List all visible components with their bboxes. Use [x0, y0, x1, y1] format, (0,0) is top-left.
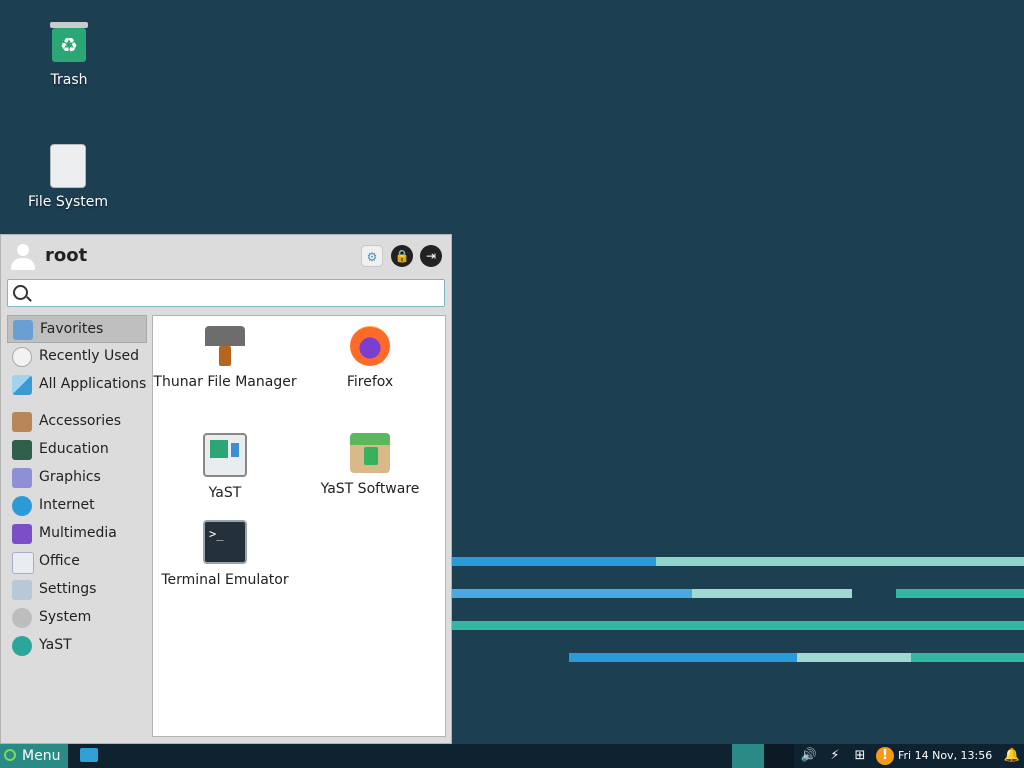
wallpaper-stripe: [452, 557, 656, 566]
app-thunar-file-manager[interactable]: Thunar File Manager: [153, 316, 297, 393]
network-icon[interactable]: ⊞: [851, 747, 869, 765]
category-internet[interactable]: Internet: [7, 492, 147, 520]
desktop-icon-label: Trash: [50, 72, 88, 88]
multimedia-icon: [12, 524, 32, 544]
workspace-2[interactable]: [764, 744, 794, 768]
wallpaper-stripe: [452, 589, 692, 598]
wallpaper-stripe: [656, 557, 1024, 566]
category-education[interactable]: Education: [7, 436, 147, 464]
drive-icon: [48, 144, 88, 188]
lock-icon: 🔒: [394, 249, 410, 263]
briefcase-icon: [12, 412, 32, 432]
username: root: [45, 245, 88, 266]
yast-icon: [12, 636, 32, 656]
category-label: Internet: [39, 497, 95, 513]
clock[interactable]: Fri 14 Nov, 13:56: [898, 744, 992, 768]
yast-icon: [203, 433, 247, 477]
category-label: Favorites: [40, 321, 104, 337]
package-icon: [350, 433, 390, 473]
application-menu: root ⚙ 🔒 ⇥ Favorites Recently Used All A…: [0, 234, 452, 744]
app-label: Firefox: [346, 374, 394, 390]
desktop-icon-trash[interactable]: ♻ Trash: [14, 22, 124, 88]
workspace-1[interactable]: [732, 744, 764, 768]
desktop-icon-label: File System: [27, 194, 109, 210]
logout-icon: ⇥: [425, 249, 437, 263]
opensuse-logo-icon: [4, 749, 16, 761]
office-icon: [12, 552, 34, 574]
app-label: Terminal Emulator: [161, 572, 289, 588]
menu-header: root ⚙ 🔒 ⇥: [9, 241, 445, 275]
category-graphics[interactable]: Graphics: [7, 464, 147, 492]
menu-button-label: Menu: [22, 748, 61, 764]
settings-button[interactable]: ⚙: [361, 245, 383, 267]
search-box[interactable]: [7, 279, 445, 307]
category-label: Office: [39, 553, 80, 569]
category-office[interactable]: Office: [7, 548, 147, 576]
category-favorites[interactable]: Favorites: [7, 315, 147, 343]
app-yast[interactable]: YaST: [153, 423, 297, 504]
category-multimedia[interactable]: Multimedia: [7, 520, 147, 548]
wallpaper-stripe: [911, 653, 1024, 662]
favorites-grid: Thunar File Manager Firefox YaST YaST So…: [152, 315, 446, 737]
category-settings[interactable]: Settings: [7, 576, 147, 604]
updates-icon[interactable]: !: [876, 747, 894, 765]
category-system[interactable]: System: [7, 604, 147, 632]
taskbar: Menu 🔊 ⚡ ⊞ ! Fri 14 Nov, 13:56 🔔: [0, 744, 1024, 768]
power-icon[interactable]: ⚡: [826, 747, 844, 765]
bell-icon[interactable]: 🔔: [1003, 747, 1021, 765]
category-yast[interactable]: YaST: [7, 632, 147, 660]
lock-button[interactable]: 🔒: [391, 245, 413, 267]
category-label: Settings: [39, 581, 97, 597]
menu-button[interactable]: Menu: [0, 744, 68, 768]
wallpaper-stripe: [692, 589, 852, 598]
globe-icon: [12, 496, 32, 516]
category-label: Multimedia: [39, 525, 117, 541]
file-manager-icon: [205, 326, 245, 366]
app-label: YaST Software: [320, 481, 420, 497]
favorites-icon: [13, 320, 33, 340]
firefox-icon: [350, 326, 390, 366]
category-accessories[interactable]: Accessories: [7, 408, 147, 436]
terminal-icon: >_: [203, 520, 247, 564]
graphics-icon: [12, 468, 32, 488]
category-label: Accessories: [39, 413, 122, 429]
app-yast-software[interactable]: YaST Software: [298, 423, 442, 500]
user-avatar-icon: [9, 243, 37, 271]
category-label: All Applications: [39, 376, 147, 392]
category-all-applications[interactable]: All Applications: [7, 371, 147, 399]
gear-icon: [12, 608, 32, 628]
category-label: System: [39, 609, 92, 625]
category-label: Recently Used: [39, 348, 140, 364]
chalkboard-icon: [12, 440, 32, 460]
logout-button[interactable]: ⇥: [420, 245, 442, 267]
apps-grid-icon: [12, 375, 32, 395]
app-firefox[interactable]: Firefox: [298, 316, 442, 393]
category-list: Favorites Recently Used All Applications…: [7, 315, 147, 660]
category-label: YaST: [39, 637, 72, 653]
wallpaper-stripe: [797, 653, 911, 662]
app-label: YaST: [208, 485, 242, 501]
wallpaper-stripe: [569, 653, 797, 662]
trash-icon: ♻: [49, 22, 89, 66]
search-icon: [13, 285, 28, 300]
taskbar-window-icon[interactable]: [80, 748, 98, 762]
search-input[interactable]: [34, 283, 438, 305]
clock-icon: [12, 347, 32, 367]
app-terminal-emulator[interactable]: >_ Terminal Emulator: [153, 510, 297, 591]
app-label: Thunar File Manager: [153, 374, 297, 390]
category-label: Graphics: [39, 469, 101, 485]
wallpaper-stripe: [896, 589, 1024, 598]
category-recently-used[interactable]: Recently Used: [7, 343, 147, 371]
settings-icon: ⚙: [366, 250, 378, 264]
volume-icon[interactable]: 🔊: [800, 747, 818, 765]
settings-icon: [12, 580, 32, 600]
desktop-icon-file-system[interactable]: File System: [13, 144, 123, 210]
category-label: Education: [39, 441, 109, 457]
wallpaper-stripe: [452, 621, 1024, 630]
